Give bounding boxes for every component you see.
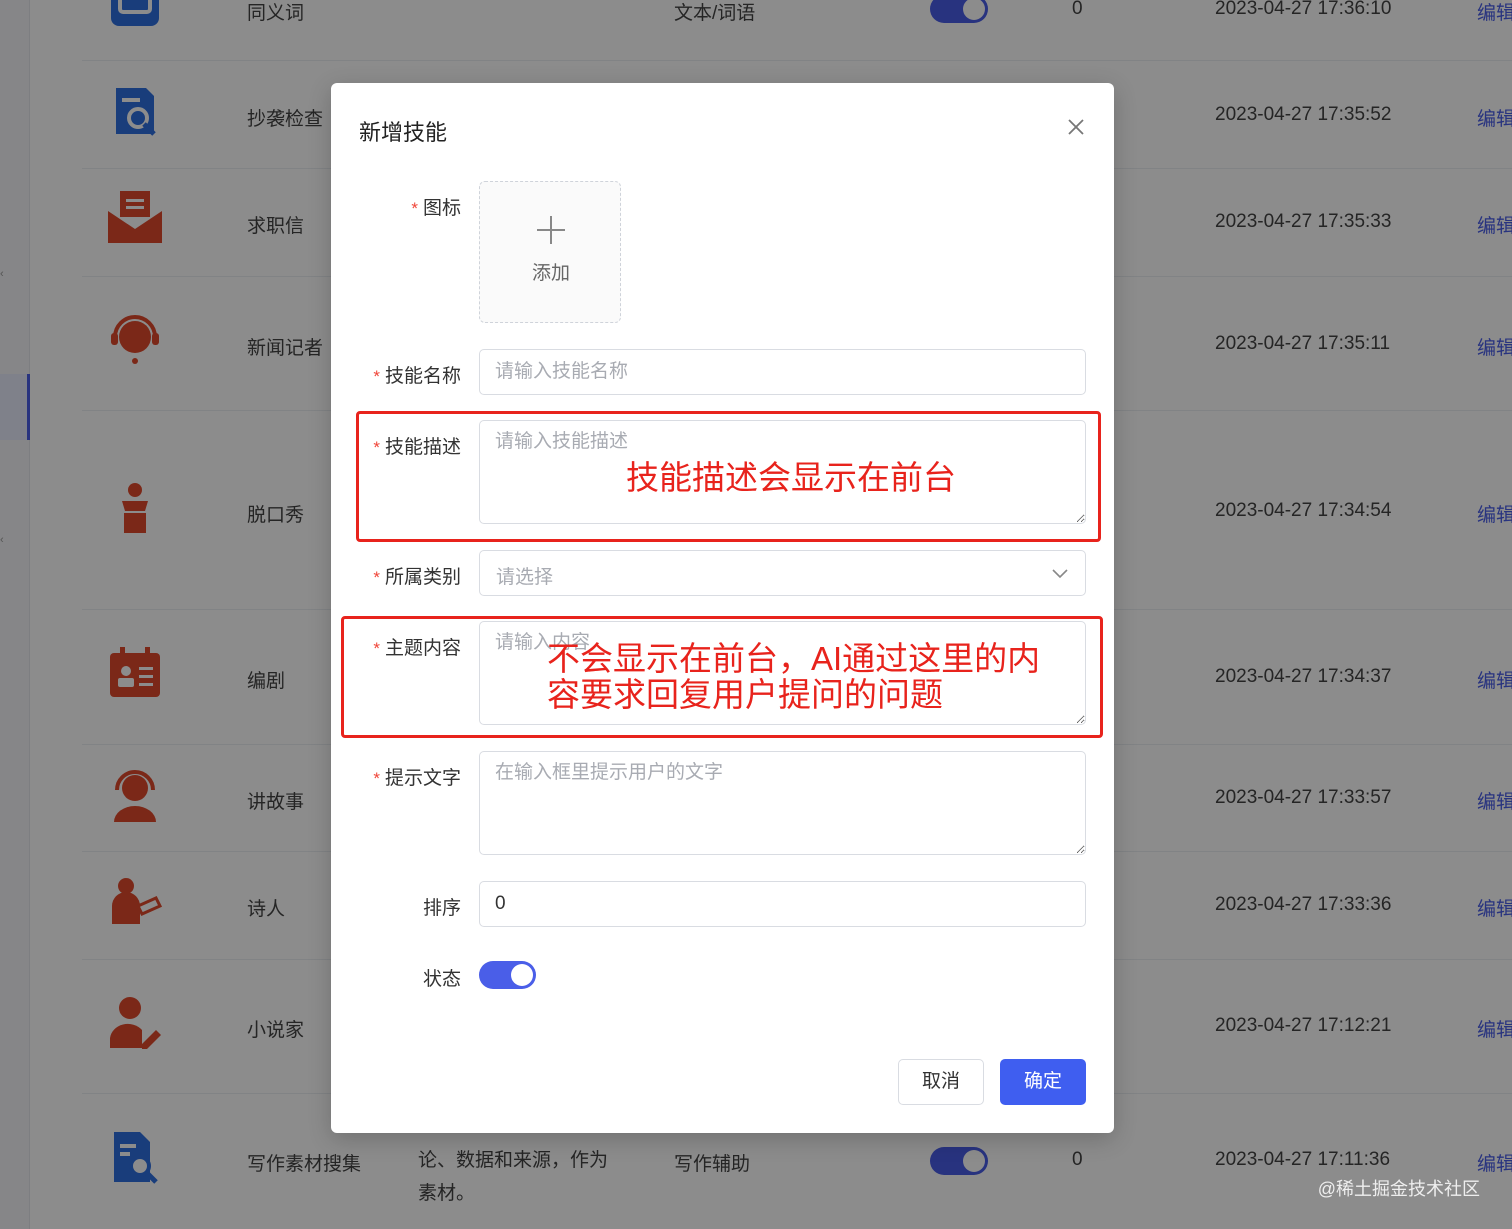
annotation-text: 技能描述会显示在前台	[626, 459, 956, 496]
annotation-text: 容要求回复用户提问的问题	[547, 676, 943, 713]
skill-name-input[interactable]	[479, 349, 1086, 395]
required-mark: *	[411, 199, 418, 218]
switch-knob	[511, 964, 533, 986]
cancel-button[interactable]: 取消	[898, 1059, 984, 1105]
field-label-text: 图标	[422, 198, 461, 219]
hint-text-label: * 提示文字	[373, 763, 461, 790]
sort-label: 排序	[423, 893, 461, 920]
watermark: @稀土掘金技术社区	[1317, 1179, 1480, 1199]
required-mark: *	[373, 568, 380, 587]
hint-text-textarea[interactable]	[479, 751, 1086, 855]
sort-input[interactable]	[479, 881, 1086, 927]
add-skill-dialog: 新增技能 *图标 添加 *技能名称 *技能描述 *所属类别 请选择 *主题内容	[331, 83, 1114, 1133]
close-icon[interactable]	[1064, 115, 1088, 139]
icon-label: * 图标	[411, 193, 461, 220]
category-label: * 所属类别	[373, 562, 461, 589]
required-mark: *	[373, 769, 380, 788]
field-label-text: 提示文字	[384, 768, 461, 789]
upload-label: 添加	[531, 263, 570, 284]
field-label-text: 技能名称	[384, 366, 461, 387]
annotation-text: 不会显示在前台，AI通过这里的内	[547, 640, 1041, 677]
confirm-button[interactable]: 确定	[1000, 1059, 1086, 1105]
dialog-title: 新增技能	[359, 120, 448, 145]
select-placeholder: 请选择	[496, 567, 554, 588]
field-label-text: 所属类别	[384, 567, 461, 588]
status-switch[interactable]	[479, 961, 536, 989]
field-label-text: 状态	[422, 969, 461, 990]
skill-name-label: * 技能名称	[373, 361, 461, 388]
status-label: 状态	[423, 964, 461, 991]
icon-upload[interactable]: 添加	[479, 181, 621, 323]
chevron-down-icon	[1052, 569, 1068, 579]
field-label-text: 排序	[422, 898, 461, 919]
category-select[interactable]: 请选择	[479, 550, 1086, 596]
plus-icon	[537, 216, 565, 244]
required-mark: *	[373, 367, 380, 386]
